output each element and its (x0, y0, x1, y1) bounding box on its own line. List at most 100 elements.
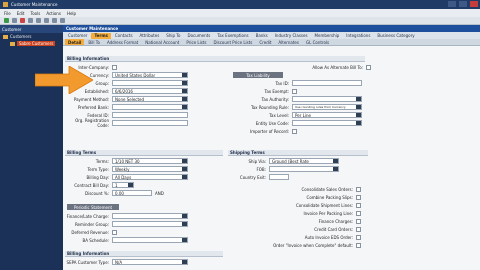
federal-id-field[interactable] (112, 112, 188, 118)
search-icon[interactable] (44, 18, 49, 23)
currency-select[interactable]: United States Dollar (112, 72, 188, 78)
fob-select[interactable] (269, 166, 339, 172)
tax-authority-select[interactable] (292, 96, 362, 102)
row-invoice-per-packing: Invoice Per Packing Line: (263, 210, 373, 216)
importer-checkbox[interactable] (292, 128, 297, 134)
terms-label: Terms: (95, 158, 109, 164)
main-area: Customer Maintenance Customer Terms Cont… (63, 25, 480, 270)
save-icon[interactable] (12, 18, 17, 23)
credit-card-checkbox[interactable] (356, 226, 361, 232)
auto-invoice-label: Auto Invoice EDS Order: (304, 234, 353, 240)
tree-item-label: Customers (10, 34, 32, 39)
tab-bill-to[interactable]: Bill To (85, 39, 103, 45)
payment-method-select[interactable]: None Selected (112, 96, 188, 102)
discount-field[interactable]: 0.00 (112, 190, 152, 196)
tree-item-customers[interactable]: Customers (0, 33, 63, 40)
dropdown-icon (356, 105, 361, 109)
row-country-exit: Country Exit: (228, 174, 368, 180)
tab-terms[interactable]: Terms (91, 32, 111, 39)
tab-customer[interactable]: Customer (65, 33, 90, 39)
row-order-invoice: Order "Invoice when Complete" default: (253, 242, 373, 248)
combine-packing-checkbox[interactable] (356, 194, 361, 200)
menu-file[interactable]: File (4, 11, 11, 16)
tree-item-selected[interactable]: Sabre Customers (0, 40, 63, 47)
inter-company-checkbox[interactable] (112, 64, 117, 70)
tab-documents[interactable]: Documents (185, 33, 214, 39)
order-invoice-checkbox[interactable] (356, 242, 361, 248)
consolidate-shipment-checkbox[interactable] (356, 202, 361, 208)
tab-membership[interactable]: Membership (312, 33, 343, 39)
tab-alternates[interactable]: Alternates (275, 39, 302, 45)
row-importer: Importer of Record: (233, 128, 373, 134)
menu-help[interactable]: Help (67, 11, 76, 16)
row-finance-charges: Finance Charges: (263, 218, 373, 224)
country-exit-field[interactable] (269, 174, 289, 180)
menu-tools[interactable]: Tools (30, 11, 40, 16)
row-org-registration: Org. Registration Code: (63, 118, 223, 128)
tab-detail[interactable]: Detail (65, 39, 85, 45)
tab-address-format[interactable]: Address Format (104, 39, 141, 45)
tab-integrations[interactable]: Integrations (343, 33, 373, 39)
established-field[interactable]: 6/6/2016 (112, 88, 188, 94)
help-icon[interactable] (60, 18, 65, 23)
row-allow-alternate-bill: Allow As Alternate Bill To: (295, 64, 385, 70)
auto-invoice-checkbox[interactable] (356, 234, 361, 240)
tab-banks[interactable]: Banks (253, 33, 271, 39)
term-type-select[interactable]: Weekly (112, 166, 188, 172)
finance-charges-checkbox[interactable] (356, 218, 361, 224)
tab-price-lists[interactable]: Price Lists (183, 39, 209, 45)
maximize-button[interactable] (459, 1, 467, 7)
row-entity-use: Entity Use Code: (233, 120, 373, 126)
tab-ship-to[interactable]: Ship To (163, 33, 183, 39)
tax-level-value: Per Line (295, 112, 311, 118)
tab-contacts[interactable]: Contacts (112, 33, 136, 39)
app-icon (3, 2, 8, 7)
tax-level-select[interactable]: Per Line (292, 112, 362, 118)
consolidate-sales-checkbox[interactable] (356, 186, 361, 192)
reminder-group-select[interactable] (112, 221, 188, 227)
preferred-bank-label: Preferred Bank: (77, 104, 109, 110)
row-consolidate-shipment: Consolidate Shipment Lines: (263, 202, 373, 208)
dropdown-icon (182, 222, 187, 226)
tab-credit[interactable]: Credit (256, 39, 274, 45)
billing-day-select[interactable]: All Days (112, 174, 188, 180)
reminder-group-label: Reminder Group: (74, 221, 109, 227)
tab-business-category[interactable]: Business Category (374, 33, 417, 39)
tab-industry-classes[interactable]: Industry Classes (272, 33, 311, 39)
entity-use-select[interactable] (292, 120, 362, 126)
tax-liability-button[interactable]: Tax Liability (233, 72, 283, 78)
tab-tax-exemptions[interactable]: Tax Exemptions (214, 33, 251, 39)
deferred-revenue-checkbox[interactable] (112, 229, 117, 235)
row-finance-charge: Finance/Late Charge: (63, 213, 223, 219)
menu-actions[interactable]: Actions (46, 11, 61, 16)
finance-charge-select[interactable] (112, 213, 188, 219)
tax-rounding-select[interactable]: Use rounding rules from Currency (292, 104, 362, 110)
refresh-icon[interactable] (28, 18, 33, 23)
allow-alt-bill-checkbox[interactable] (366, 64, 371, 70)
delete-icon[interactable] (20, 18, 25, 23)
tax-id-field[interactable] (292, 80, 362, 86)
ba-schedule-select[interactable] (112, 237, 188, 243)
row-credit-card: Credit Card Orders: (263, 226, 373, 232)
preferred-bank-select[interactable] (112, 104, 188, 110)
tab-discount-price-lists[interactable]: Discount Price Lists (210, 39, 255, 45)
tax-exempt-checkbox[interactable] (292, 88, 297, 94)
invoice-per-packing-checkbox[interactable] (356, 210, 361, 216)
attach-icon[interactable] (52, 18, 57, 23)
minimize-button[interactable] (448, 1, 456, 7)
tab-national-account[interactable]: National Account (142, 39, 182, 45)
group-select[interactable] (112, 80, 188, 86)
periodic-statement-button[interactable]: Periodic Statement (67, 204, 119, 210)
ship-via-select[interactable]: Ground (Best Rate (269, 158, 339, 164)
menu-edit[interactable]: Edit (17, 11, 25, 16)
close-button[interactable] (470, 1, 478, 7)
org-registration-field[interactable] (112, 120, 188, 126)
new-icon[interactable] (4, 18, 9, 23)
established-value: 6/6/2016 (115, 88, 133, 94)
tab-attributes[interactable]: Attributes (137, 33, 163, 39)
contract-bill-day-field[interactable]: 1 (112, 182, 134, 188)
terms-select[interactable]: 1/10 NET 30 (112, 158, 188, 164)
tab-gl-controls[interactable]: GL Controls (303, 39, 332, 45)
sepa-select[interactable]: N/A (112, 259, 188, 265)
print-icon[interactable] (36, 18, 41, 23)
